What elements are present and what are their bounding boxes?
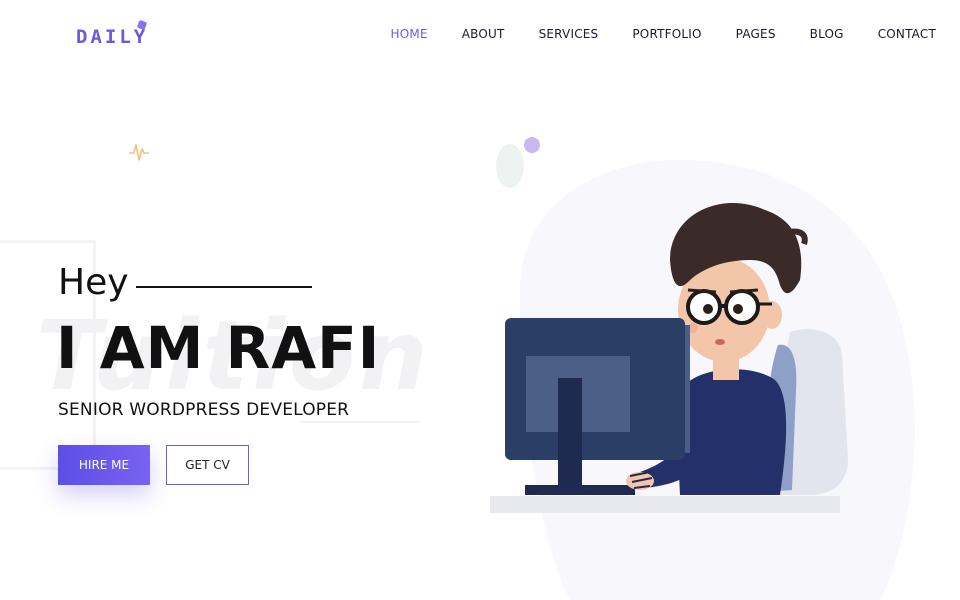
mint-circle (496, 144, 524, 188)
nav-portfolio[interactable]: PORTFOLIO (632, 27, 701, 41)
eye-left (703, 304, 713, 314)
background-divider (300, 421, 420, 423)
monitor-side (685, 325, 690, 453)
nav-services[interactable]: SERVICES (539, 27, 599, 41)
greeting-underline (136, 286, 312, 288)
desk (490, 496, 840, 513)
nav-about[interactable]: ABOUT (462, 27, 505, 41)
developer-at-computer-illustration (490, 137, 915, 600)
lavender-circle (524, 137, 540, 153)
main-nav: HOME ABOUT SERVICES PORTFOLIO PAGES BLOG… (357, 27, 936, 41)
hero-role: SENIOR WORDPRESS DEVELOPER (58, 400, 350, 420)
monitor-stand (558, 378, 582, 488)
greeting-text: Hey (58, 262, 129, 303)
mouth (715, 339, 725, 345)
hire-me-button[interactable]: HIRE ME (58, 445, 150, 485)
get-cv-button[interactable]: GET CV (166, 445, 249, 485)
nav-blog[interactable]: BLOG (810, 27, 844, 41)
pulse-icon (129, 144, 149, 161)
nav-home[interactable]: HOME (391, 27, 428, 41)
nav-pages[interactable]: PAGES (736, 27, 776, 41)
logo[interactable]: DAILY (76, 26, 148, 48)
eye-right (733, 304, 743, 314)
nav-contact[interactable]: CONTACT (878, 27, 936, 41)
hero-name: I AM RAFI (56, 314, 381, 382)
